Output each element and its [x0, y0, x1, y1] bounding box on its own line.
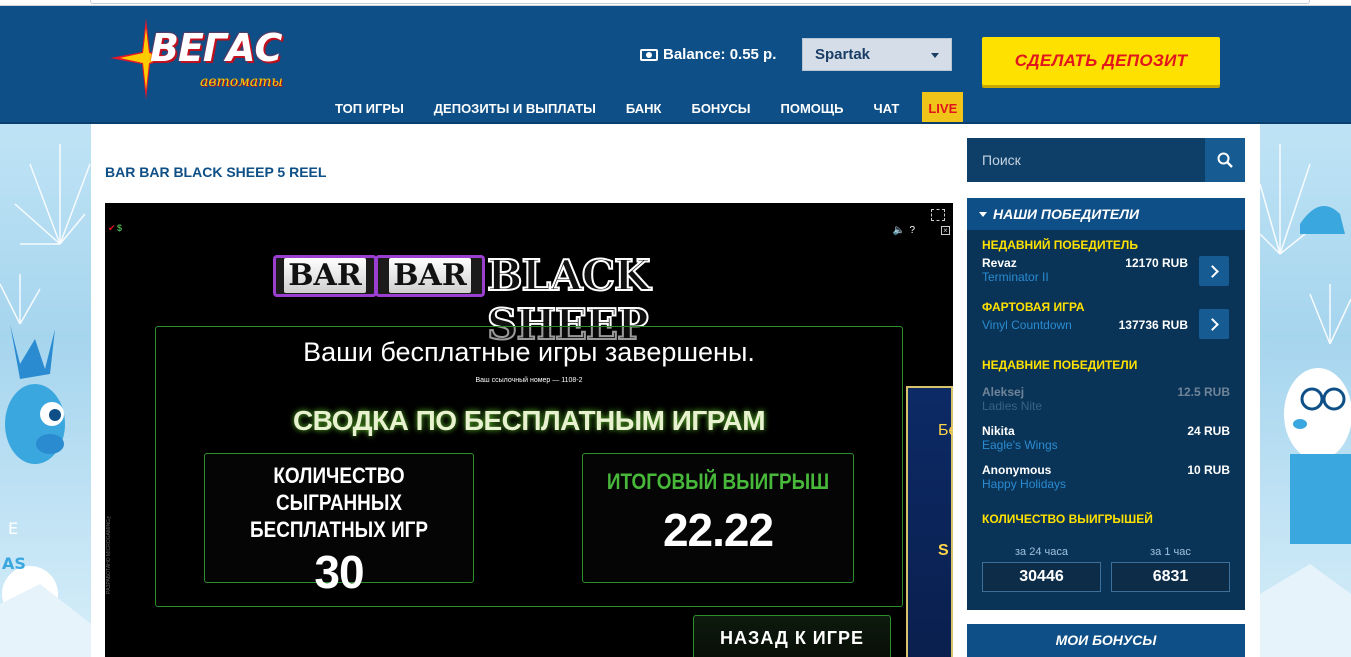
nav-top-games[interactable]: ТОП ИГРЫ: [320, 92, 419, 124]
search-box: Поиск: [967, 138, 1245, 182]
logo-subtext: автоматы: [200, 74, 283, 90]
count-1h-label: за 1 час: [1150, 546, 1191, 558]
recent-winner-title: НЕДАВНИЙ ПОБЕДИТЕЛЬ: [982, 238, 1138, 252]
sound-icon[interactable]: 🔈: [893, 225, 905, 236]
side-promo-card: Бе S: [906, 386, 953, 657]
balance-label: Balance: 0.55 р.: [663, 46, 777, 63]
svg-text:E: E: [8, 519, 18, 538]
deposit-button[interactable]: СДЕЛАТЬ ДЕПОЗИТ: [982, 37, 1220, 85]
side-promo-text-1: Бе: [938, 422, 953, 439]
played-count-box: КОЛИЧЕСТВО СЫГРАННЫХ БЕСПЛАТНЫХ ИГР 30: [204, 453, 474, 598]
game-logo: BAR BAR BLACK SHEEP: [273, 250, 793, 350]
winners-panel: НАШИ ПОБЕДИТЕЛИ НЕДАВНИЙ ПОБЕДИТЕЛЬ Reva…: [967, 198, 1245, 610]
logo-bar-2: BAR: [375, 255, 485, 297]
nav-bank[interactable]: БАНК: [611, 92, 677, 124]
nav-deposits-payouts[interactable]: ДЕПОЗИТЫ И ВЫПЛАТЫ: [419, 92, 611, 124]
close-icon[interactable]: ×: [941, 226, 950, 235]
side-promo-text-2: S: [938, 542, 949, 559]
winner-amount: 24 RUB: [1187, 424, 1230, 438]
back-to-game-button[interactable]: НАЗАД К ИГРЕ: [693, 615, 891, 657]
recent-winners-title: НЕДАВНИЕ ПОБЕДИТЕЛИ: [982, 358, 1138, 372]
search-input[interactable]: Поиск: [967, 152, 1205, 168]
logo-text: ВЕГАС: [150, 26, 282, 70]
played-count-label: КОЛИЧЕСТВО СЫГРАННЫХ БЕСПЛАТНЫХ ИГР: [249, 463, 429, 542]
svg-text:AS: AS: [2, 554, 26, 573]
winner-amount: 12170 RUB: [1125, 256, 1188, 270]
fullscreen-icon[interactable]: [931, 209, 945, 221]
lucky-game-title: ФАРТОВАЯ ИГРА: [982, 300, 1085, 314]
url-bar-edge: [90, 0, 1310, 4]
win-count-title: КОЛИЧЕСТВО ВЫИГРЫШЕЙ: [982, 512, 1153, 526]
total-win-label: ИТОГОВЫЙ ВЫИГРЫШ: [606, 469, 830, 494]
count-24h: за 24 часа 30446: [982, 546, 1101, 592]
site-header: ВЕГАС автоматы Balance: 0.55 р. Spartak …: [0, 6, 1351, 124]
total-win-value: 22.22: [662, 504, 774, 556]
chevron-down-icon: [931, 53, 939, 58]
logo-bar-1-text: BAR: [284, 258, 366, 293]
count-1h: за 1 час 6831: [1111, 546, 1230, 592]
main-content: BAR BAR BLACK SHEEP 5 REEL ✔ $ 🔈 ? × BAR…: [91, 124, 1260, 657]
count-24h-label: за 24 часа: [1015, 546, 1068, 558]
search-icon: [1217, 152, 1233, 168]
account-select[interactable]: Spartak: [802, 38, 952, 71]
game-frame[interactable]: ✔ $ 🔈 ? × BAR BAR BLACK SHEEP Ваши беспл…: [105, 203, 953, 657]
win-counts: за 24 часа 30446 за 1 час 6831: [982, 546, 1230, 592]
vegas-logo[interactable]: ВЕГАС автоматы: [104, 18, 294, 100]
reference-number: Ваш ссылочный номер — 1108-2: [475, 377, 583, 384]
total-win-box: ИТОГОВЫЙ ВЫИГРЫШ 22.22: [582, 453, 854, 583]
winners-title: НАШИ ПОБЕДИТЕЛИ: [993, 206, 1140, 222]
money-icon: [640, 48, 658, 61]
list-item: Nikita Eagle's Wings 24 RUB: [982, 424, 1230, 452]
recent-winner-arrow-button[interactable]: [1199, 256, 1229, 286]
recent-winner-row: Revaz Terminator II 12170 RUB: [982, 256, 1188, 284]
logo-bar-2-text: BAR: [389, 258, 471, 293]
free-games-summary-panel: Ваши бесплатные игры завершены. Ваш ссыл…: [155, 326, 903, 607]
logo-bar-1: BAR: [273, 255, 377, 297]
nav-help[interactable]: ПОМОЩЬ: [766, 92, 859, 124]
check-icon: ✔: [108, 223, 116, 233]
account-selected-value: Spartak: [815, 46, 871, 63]
developer-credit: РАЗРАБОТАНО MICROGAMING™: [106, 513, 112, 594]
list-item: Anonymous Happy Holidays 10 RUB: [982, 463, 1230, 491]
winners-header[interactable]: НАШИ ПОБЕДИТЕЛИ: [967, 198, 1245, 230]
winner-game-link[interactable]: Terminator II: [982, 270, 1188, 284]
nav-chat[interactable]: ЧАТ: [859, 92, 915, 124]
winter-background-left: E AS: [0, 144, 91, 657]
my-bonuses-header[interactable]: МОИ БОНУСЫ: [967, 624, 1245, 657]
winner-amount: 10 RUB: [1187, 463, 1230, 477]
winner-game-link[interactable]: Eagle's Wings: [982, 438, 1230, 452]
main-nav: ТОП ИГРЫ ДЕПОЗИТЫ И ВЫПЛАТЫ БАНК БОНУСЫ …: [320, 92, 964, 124]
free-games-finished-text: Ваши бесплатные игры завершены.: [303, 337, 755, 367]
winter-background-right: [1260, 144, 1351, 657]
dollar-icon: $: [117, 223, 123, 233]
left-decoration: E AS: [0, 124, 91, 657]
page-title: BAR BAR BLACK SHEEP 5 REEL: [105, 164, 327, 180]
lucky-game-arrow-button[interactable]: [1199, 309, 1229, 339]
search-button[interactable]: [1205, 138, 1245, 182]
chevron-down-icon: [979, 211, 987, 217]
lucky-game-amount: 137736 RUB: [1118, 318, 1188, 332]
count-24h-value: 30446: [982, 562, 1101, 592]
help-icon[interactable]: ?: [909, 225, 915, 236]
nav-bonuses[interactable]: БОНУСЫ: [676, 92, 765, 124]
winner-amount: 12.5 RUB: [1177, 385, 1230, 399]
right-decoration: [1260, 124, 1351, 657]
list-item: Aleksej Ladies Nite 12.5 RUB: [982, 385, 1230, 413]
winner-game-link[interactable]: Happy Holidays: [982, 477, 1230, 491]
nav-live[interactable]: LIVE: [922, 92, 964, 124]
lucky-game-row: Vinyl Countdown 137736 RUB: [982, 318, 1188, 332]
summary-title: СВОДКА ПО БЕСПЛАТНЫМ ИГРАМ: [292, 405, 766, 436]
winner-game-link[interactable]: Ladies Nite: [982, 399, 1230, 413]
played-count-value: 30: [314, 546, 364, 598]
count-1h-value: 6831: [1111, 562, 1230, 592]
balance: Balance: 0.55 р.: [640, 46, 776, 63]
